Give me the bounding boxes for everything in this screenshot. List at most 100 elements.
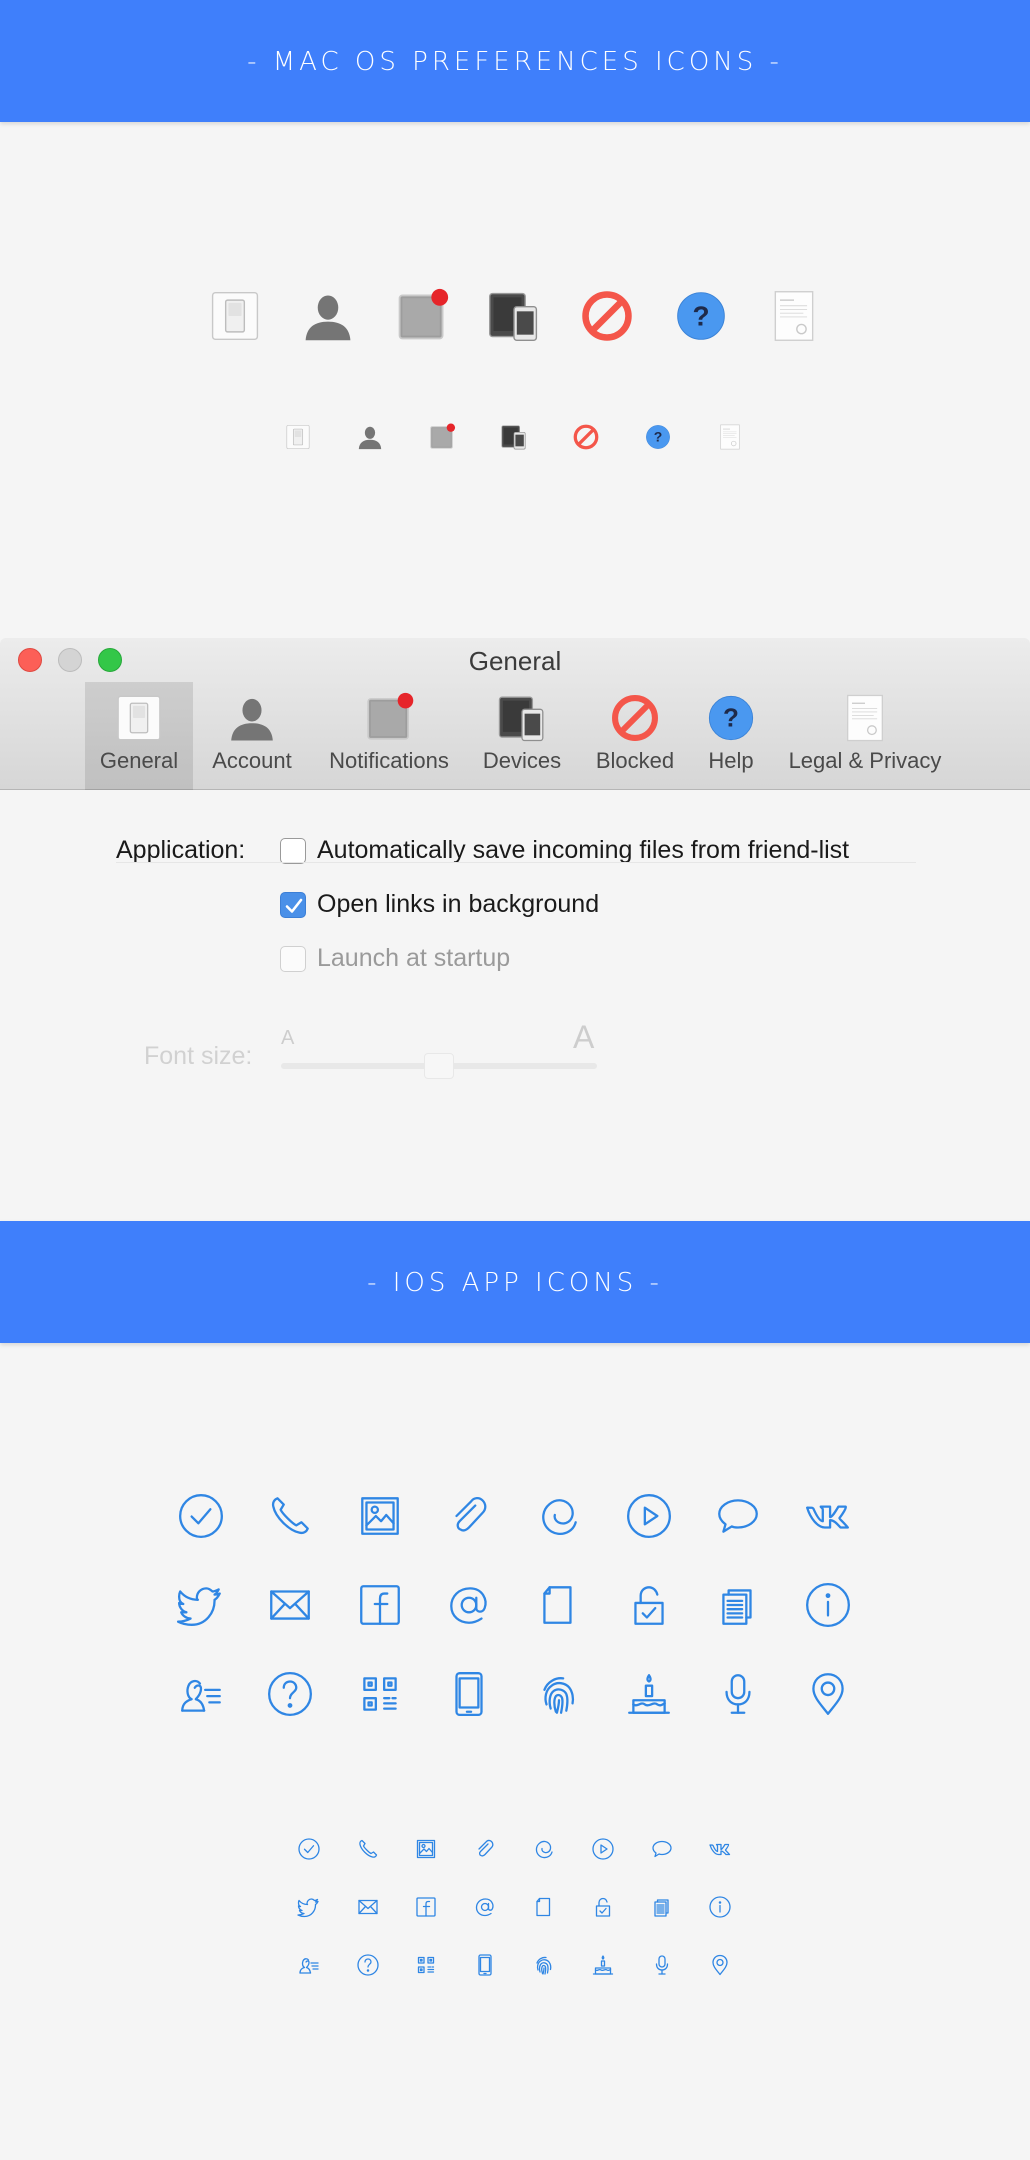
question-circle-icon (268, 1672, 312, 1716)
toolbar-tab-notifications[interactable]: Notifications (316, 682, 462, 790)
contact-list-icon (181, 1679, 221, 1712)
auto-save-checkbox[interactable] (280, 838, 306, 864)
toolbar-tab-label: Blocked (595, 748, 675, 773)
notifications-badge-icon (367, 692, 414, 740)
vk-icon-button[interactable] (708, 1837, 732, 1861)
question-circle-icon-button[interactable] (356, 1953, 380, 1977)
toolbar-tab-help[interactable]: ? Help (700, 682, 762, 790)
smartphone-icon-button[interactable] (473, 1953, 497, 1977)
svg-text:?: ? (723, 703, 739, 733)
launch-startup-checkbox[interactable] (280, 946, 306, 972)
info-circle-icon-button[interactable] (803, 1580, 853, 1630)
ios-section-banner: - IOS APP ICONS - (0, 1221, 1030, 1343)
fingerprint-icon-button[interactable] (532, 1953, 556, 1977)
checkmark-circle-icon-button[interactable] (297, 1837, 321, 1861)
facebook-icon-button[interactable] (355, 1580, 405, 1630)
document-icon (543, 1586, 572, 1624)
help-icon-tile: ? (644, 423, 672, 451)
at-sign-icon-button[interactable] (473, 1895, 497, 1919)
fingerprint-icon-button[interactable] (534, 1669, 584, 1719)
account-user-icon (358, 426, 382, 450)
account-user-icon-wrap (226, 692, 278, 749)
info-circle-icon-button[interactable] (708, 1895, 732, 1919)
image-icon (361, 1497, 399, 1535)
account-user-icon-tile (356, 423, 384, 451)
qr-code-icon-button[interactable] (355, 1669, 405, 1719)
paperclip-icon (478, 1839, 494, 1857)
chat-bubble-icon (652, 1840, 672, 1858)
devices-icon (498, 696, 544, 742)
spiral-icon-button[interactable] (532, 1837, 556, 1861)
toolbar-tab-general[interactable]: General (85, 682, 193, 790)
mail-icon-button[interactable] (356, 1895, 380, 1919)
chat-bubble-icon-button[interactable] (713, 1491, 763, 1541)
birthday-cake-icon (592, 1955, 614, 1975)
birthday-cake-icon-button[interactable] (624, 1669, 674, 1719)
image-icon-button[interactable] (355, 1491, 405, 1541)
toolbar-tab-label: Account (212, 748, 292, 773)
document-icon-button[interactable] (534, 1580, 584, 1630)
font-small-label: A (281, 1027, 295, 1049)
microphone-icon-button[interactable] (650, 1953, 674, 1977)
qr-code-icon-button[interactable] (414, 1953, 438, 1977)
twitter-icon-button[interactable] (176, 1580, 226, 1630)
toolbar-tab-label: Notifications (329, 748, 449, 773)
contact-list-icon-button[interactable] (297, 1953, 321, 1977)
facebook-icon (360, 1585, 400, 1625)
birthday-cake-icon-button[interactable] (591, 1953, 615, 1977)
at-sign-icon-button[interactable] (444, 1580, 494, 1630)
documents-icon-button[interactable] (650, 1895, 674, 1919)
location-pin-icon-button[interactable] (708, 1953, 732, 1977)
image-icon (416, 1839, 436, 1859)
phone-icon-button[interactable] (265, 1491, 315, 1541)
fingerprint-icon (536, 1956, 552, 1975)
legal-privacy-document-icon (847, 694, 883, 742)
blocked-icon-tile (572, 423, 600, 451)
phone-icon (271, 1497, 309, 1535)
question-circle-icon-button[interactable] (265, 1669, 315, 1719)
documents-icon-button[interactable] (713, 1580, 763, 1630)
toolbar-tab-legal-privacy[interactable]: Legal & Privacy (774, 682, 956, 790)
smartphone-icon (455, 1672, 483, 1716)
image-icon-button[interactable] (414, 1837, 438, 1861)
notifications-badge-icon (430, 423, 456, 449)
settings-divider (116, 862, 916, 863)
location-pin-icon (812, 1673, 844, 1715)
toolbar-tab-devices[interactable]: Devices (474, 682, 570, 790)
font-size-slider-thumb[interactable] (424, 1053, 454, 1079)
general-switch-icon (286, 424, 310, 450)
spiral-icon-button[interactable] (534, 1491, 584, 1541)
facebook-icon-button[interactable] (414, 1895, 438, 1919)
lock-check-icon-button[interactable] (624, 1580, 674, 1630)
chat-bubble-icon (718, 1499, 758, 1533)
blocked-icon-wrap (609, 692, 661, 749)
phone-icon-button[interactable] (356, 1837, 380, 1861)
document-icon-button[interactable] (532, 1895, 556, 1919)
twitter-icon-button[interactable] (297, 1895, 321, 1919)
open-links-checkbox[interactable] (280, 892, 306, 918)
fingerprint-icon (543, 1677, 575, 1714)
spiral-icon (535, 1840, 553, 1859)
toolbar-tab-account[interactable]: Account (200, 682, 304, 790)
toolbar-tab-blocked[interactable]: Blocked (582, 682, 688, 790)
vk-icon (806, 1505, 849, 1529)
play-circle-icon-button[interactable] (591, 1837, 615, 1861)
play-circle-icon-button[interactable] (624, 1491, 674, 1541)
play-circle-icon (627, 1494, 671, 1538)
microphone-icon-button[interactable] (713, 1669, 763, 1719)
vk-icon-button[interactable] (803, 1491, 853, 1541)
paperclip-icon-button[interactable] (473, 1837, 497, 1861)
lock-check-icon (595, 1897, 611, 1917)
mail-icon (358, 1899, 378, 1915)
checkmark-circle-icon-button[interactable] (176, 1491, 226, 1541)
chat-bubble-icon-button[interactable] (650, 1837, 674, 1861)
paperclip-icon-button[interactable] (444, 1491, 494, 1541)
smartphone-icon-button[interactable] (444, 1669, 494, 1719)
mail-icon-button[interactable] (265, 1580, 315, 1630)
lock-check-icon-button[interactable] (591, 1895, 615, 1919)
contact-list-icon-button[interactable] (176, 1669, 226, 1719)
phone-icon (359, 1839, 378, 1858)
microphone-icon (655, 1955, 669, 1975)
documents-icon (654, 1899, 669, 1917)
location-pin-icon-button[interactable] (803, 1669, 853, 1719)
